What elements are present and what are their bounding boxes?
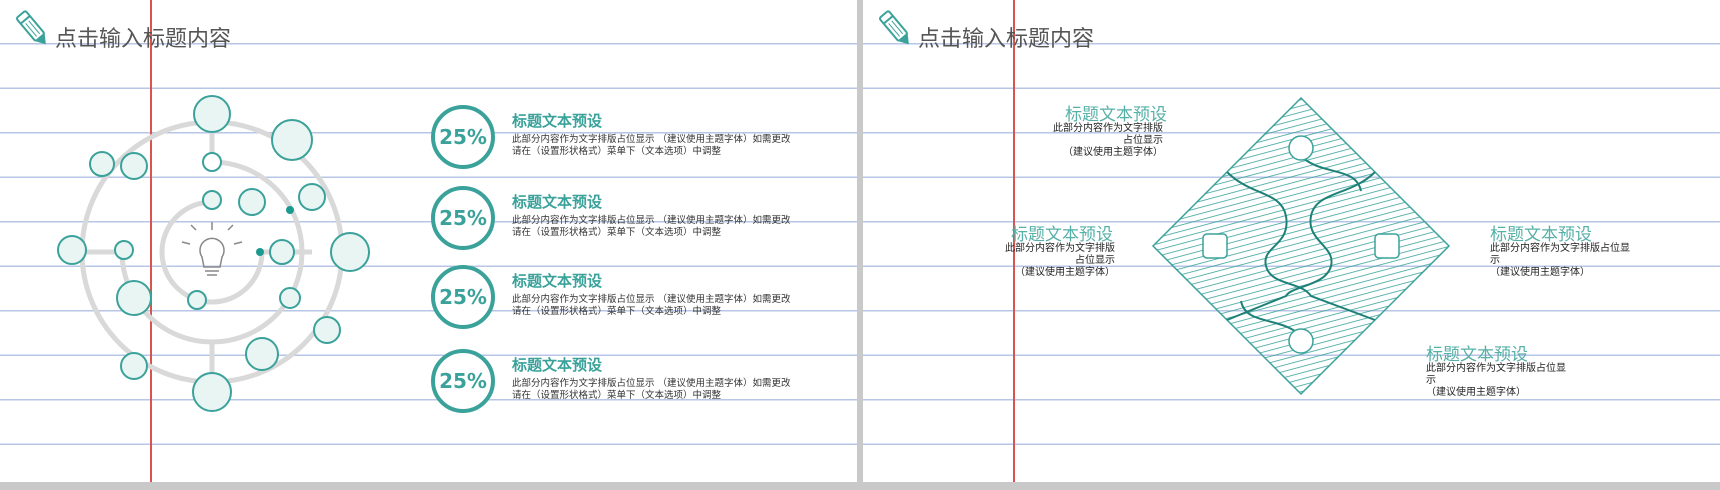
puzzle-icon [238, 188, 266, 216]
people-icon [1202, 233, 1228, 259]
globe-icon [89, 151, 115, 177]
puzzle-title-3: 标题文本预设 [1490, 225, 1592, 245]
stat-circle-3: 25% [431, 265, 495, 329]
item-title-2: 标题文本预设 [512, 193, 603, 211]
puzzle-diamond-graphic [1151, 96, 1451, 396]
item-body-1: 此部分内容作为文字排版占位显示 （建议使用主题字体）如需更改请在（设置形状格式）… [512, 134, 791, 157]
target-icon [279, 287, 301, 309]
icon-network-graphic [57, 95, 370, 412]
puzzle-body-1: 此部分内容作为文字排版 占位显示 （建议使用主题字体） [1053, 123, 1163, 158]
people-icon [114, 240, 134, 260]
lightbulb-icon [181, 222, 243, 276]
item-body-2: 此部分内容作为文字排版占位显示 （建议使用主题字体）如需更改请在（设置形状格式）… [512, 215, 791, 238]
gear-icon [120, 152, 148, 180]
stat-circle-4: 25% [431, 349, 495, 413]
building-icon [271, 119, 313, 161]
item-body-3: 此部分内容作为文字排版占位显示 （建议使用主题字体）如需更改请在（设置形状格式）… [512, 294, 791, 317]
item-title-3: 标题文本预设 [512, 272, 603, 290]
refresh-icon [245, 337, 279, 371]
gear-icon [1288, 135, 1314, 161]
people-icon [57, 235, 87, 265]
graduation-cap-icon [192, 372, 232, 412]
puzzle-body-4: 此部分内容作为文字排版占位显 示 （建议使用主题字体） [1426, 363, 1566, 398]
clock-icon [120, 352, 148, 380]
dollar-icon [1288, 328, 1314, 354]
clock-icon [202, 152, 222, 172]
puzzle-title-2: 标题文本预设 [1011, 225, 1113, 245]
dollar-icon [116, 280, 152, 316]
stat-circle-2: 25% [431, 186, 495, 250]
dollar-icon [202, 190, 222, 210]
building-icon [1374, 233, 1400, 259]
refresh-icon [298, 183, 326, 211]
slide-title: 点击输入标题内容 [55, 27, 232, 52]
slide-1: 点击输入标题内容 25% 标题文本预设 此部分内容作为文字排版占位显示 （建议使… [0, 0, 857, 482]
puzzle-title-1: 标题文本预设 [1065, 105, 1167, 125]
puzzle-body-3: 此部分内容作为文字排版占位显 示 （建议使用主题字体） [1490, 243, 1630, 278]
gear-icon [269, 239, 295, 265]
puzzle-title-4: 标题文本预设 [1426, 345, 1528, 365]
building-icon [330, 232, 370, 272]
slide-title: 点击输入标题内容 [918, 27, 1095, 52]
slide-2: 点击输入标题内容 标题文本预设 此部分内容作为文字排版 占位显示 （建议使用主题… [863, 0, 1720, 482]
stat-circle-1: 25% [431, 105, 495, 169]
puzzle-icon [187, 290, 207, 310]
bottom-bar [0, 482, 1720, 490]
item-body-4: 此部分内容作为文字排版占位显示 （建议使用主题字体）如需更改请在（设置形状格式）… [512, 378, 791, 401]
puzzle-body-2: 此部分内容作为文字排版 占位显示 （建议使用主题字体） [1005, 243, 1115, 278]
pencil-icon [16, 10, 46, 45]
item-title-1: 标题文本预设 [512, 112, 603, 130]
target-icon [193, 95, 231, 133]
globe-icon [313, 316, 341, 344]
pencil-icon [879, 10, 909, 45]
item-title-4: 标题文本预设 [512, 356, 603, 374]
